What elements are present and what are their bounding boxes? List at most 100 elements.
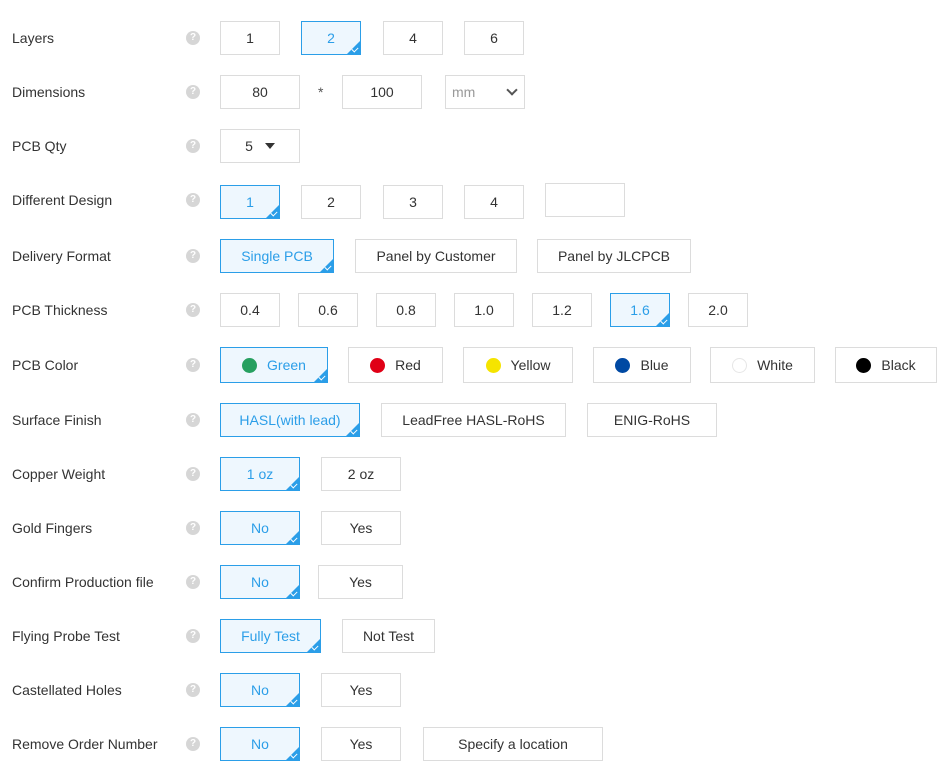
red-swatch-icon bbox=[370, 357, 386, 373]
confirm-production-file-row: Confirm Production file ? No Yes bbox=[0, 562, 949, 602]
white-swatch-icon bbox=[732, 357, 748, 373]
layers-option-6[interactable]: 6 bbox=[464, 21, 524, 55]
help-icon[interactable]: ? bbox=[186, 737, 200, 751]
different-design-custom-input[interactable] bbox=[545, 183, 625, 217]
pcb-qty-row: PCB Qty ? 5 bbox=[0, 126, 949, 166]
copper-option-2oz[interactable]: 2 oz bbox=[321, 457, 401, 491]
surface-finish-row: Surface Finish ? HASL(with lead) LeadFre… bbox=[0, 400, 949, 440]
help-icon[interactable]: ? bbox=[186, 303, 200, 317]
help-icon[interactable]: ? bbox=[186, 467, 200, 481]
different-design-option-4[interactable]: 4 bbox=[464, 185, 524, 219]
color-option-label: Green bbox=[267, 357, 306, 373]
color-option-yellow[interactable]: Yellow bbox=[463, 347, 573, 383]
color-option-blue[interactable]: Blue bbox=[593, 347, 691, 383]
green-swatch-icon bbox=[242, 357, 258, 373]
help-icon[interactable]: ? bbox=[186, 683, 200, 697]
thickness-option-1-0[interactable]: 1.0 bbox=[454, 293, 514, 327]
probe-option-not-test[interactable]: Not Test bbox=[342, 619, 435, 653]
pcb-color-row: PCB Color ? Green Red Yellow Blue White … bbox=[0, 345, 949, 385]
delivery-option-panel-customer[interactable]: Panel by Customer bbox=[355, 239, 517, 273]
help-icon[interactable]: ? bbox=[186, 629, 200, 643]
flying-probe-test-row: Flying Probe Test ? Fully Test Not Test bbox=[0, 616, 949, 656]
layers-option-2[interactable]: 2 bbox=[301, 21, 361, 55]
pcb-thickness-label: PCB Thickness bbox=[12, 302, 108, 318]
color-option-label: Blue bbox=[640, 357, 669, 373]
different-design-option-3[interactable]: 3 bbox=[383, 185, 443, 219]
castellated-holes-row: Castellated Holes ? No Yes bbox=[0, 670, 949, 710]
thickness-option-2-0[interactable]: 2.0 bbox=[688, 293, 748, 327]
pcb-qty-value: 5 bbox=[245, 138, 253, 154]
help-icon[interactable]: ? bbox=[186, 249, 200, 263]
confirm-file-option-yes[interactable]: Yes bbox=[318, 565, 403, 599]
color-option-label: Yellow bbox=[510, 357, 551, 373]
castellated-option-yes[interactable]: Yes bbox=[321, 673, 401, 707]
color-option-black[interactable]: Black bbox=[835, 347, 937, 383]
surface-finish-label: Surface Finish bbox=[12, 412, 102, 428]
help-icon[interactable]: ? bbox=[186, 193, 200, 207]
delivery-option-single-pcb[interactable]: Single PCB bbox=[220, 239, 334, 273]
pcb-order-form: Layers ? 1 2 4 6 Dimensions ? 80 * 100 m… bbox=[0, 0, 949, 784]
help-icon[interactable]: ? bbox=[186, 521, 200, 535]
delivery-format-row: Delivery Format ? Single PCB Panel by Cu… bbox=[0, 236, 949, 276]
pcb-thickness-row: PCB Thickness ? 0.4 0.6 0.8 1.0 1.2 1.6 … bbox=[0, 290, 949, 330]
black-swatch-icon bbox=[856, 357, 872, 373]
thickness-option-1-6[interactable]: 1.6 bbox=[610, 293, 670, 327]
color-option-label: Black bbox=[881, 357, 916, 373]
copper-weight-label: Copper Weight bbox=[12, 466, 106, 482]
layers-option-1[interactable]: 1 bbox=[220, 21, 280, 55]
color-option-green[interactable]: Green bbox=[220, 347, 328, 383]
thickness-option-1-2[interactable]: 1.2 bbox=[532, 293, 592, 327]
order-number-option-no[interactable]: No bbox=[220, 727, 300, 761]
order-number-option-yes[interactable]: Yes bbox=[321, 727, 401, 761]
pcb-qty-select[interactable]: 5 bbox=[220, 129, 300, 163]
color-option-red[interactable]: Red bbox=[348, 347, 443, 383]
pcb-color-label: PCB Color bbox=[12, 357, 79, 373]
help-icon[interactable]: ? bbox=[186, 31, 200, 45]
finish-option-hasl[interactable]: HASL(with lead) bbox=[220, 403, 360, 437]
help-icon[interactable]: ? bbox=[186, 358, 200, 372]
color-option-label: Red bbox=[395, 357, 421, 373]
remove-order-number-label: Remove Order Number bbox=[12, 736, 158, 752]
thickness-option-0-4[interactable]: 0.4 bbox=[220, 293, 280, 327]
different-design-label: Different Design bbox=[12, 192, 113, 208]
help-icon[interactable]: ? bbox=[186, 413, 200, 427]
gold-fingers-option-yes[interactable]: Yes bbox=[321, 511, 401, 545]
castellated-option-no[interactable]: No bbox=[220, 673, 300, 707]
layers-option-4[interactable]: 4 bbox=[383, 21, 443, 55]
thickness-option-0-6[interactable]: 0.6 bbox=[298, 293, 358, 327]
help-icon[interactable]: ? bbox=[186, 85, 200, 99]
probe-option-fully-test[interactable]: Fully Test bbox=[220, 619, 321, 653]
different-design-option-2[interactable]: 2 bbox=[301, 185, 361, 219]
confirm-production-file-label: Confirm Production file bbox=[12, 574, 154, 590]
width-input[interactable]: 80 bbox=[220, 75, 300, 109]
dimension-separator: * bbox=[318, 84, 324, 100]
help-icon[interactable]: ? bbox=[186, 139, 200, 153]
copper-option-1oz[interactable]: 1 oz bbox=[220, 457, 300, 491]
layers-label: Layers bbox=[12, 30, 55, 46]
different-design-option-1[interactable]: 1 bbox=[220, 185, 280, 219]
different-design-row: Different Design ? 1 2 3 4 bbox=[0, 180, 949, 220]
order-number-option-specify-location[interactable]: Specify a location bbox=[423, 727, 603, 761]
confirm-file-option-no[interactable]: No bbox=[220, 565, 300, 599]
castellated-holes-label: Castellated Holes bbox=[12, 682, 122, 698]
gold-fingers-row: Gold Fingers ? No Yes bbox=[0, 508, 949, 548]
delivery-format-label: Delivery Format bbox=[12, 248, 111, 264]
color-option-white[interactable]: White bbox=[710, 347, 815, 383]
delivery-option-panel-jlcpcb[interactable]: Panel by JLCPCB bbox=[537, 239, 691, 273]
copper-weight-row: Copper Weight ? 1 oz 2 oz bbox=[0, 454, 949, 494]
unit-select[interactable]: mm bbox=[445, 75, 525, 109]
chevron-down-icon bbox=[506, 84, 518, 96]
height-input[interactable]: 100 bbox=[342, 75, 422, 109]
finish-option-leadfree-hasl[interactable]: LeadFree HASL-RoHS bbox=[381, 403, 566, 437]
remove-order-number-row: Remove Order Number ? No Yes Specify a l… bbox=[0, 724, 949, 764]
pcb-qty-label: PCB Qty bbox=[12, 138, 67, 154]
layers-row: Layers ? 1 2 4 6 bbox=[0, 18, 949, 58]
help-icon[interactable]: ? bbox=[186, 575, 200, 589]
blue-swatch-icon bbox=[615, 357, 631, 373]
finish-option-enig[interactable]: ENIG-RoHS bbox=[587, 403, 717, 437]
yellow-swatch-icon bbox=[485, 357, 501, 373]
dimensions-row: Dimensions ? 80 * 100 mm bbox=[0, 72, 949, 112]
gold-fingers-option-no[interactable]: No bbox=[220, 511, 300, 545]
dimensions-label: Dimensions bbox=[12, 84, 86, 100]
thickness-option-0-8[interactable]: 0.8 bbox=[376, 293, 436, 327]
